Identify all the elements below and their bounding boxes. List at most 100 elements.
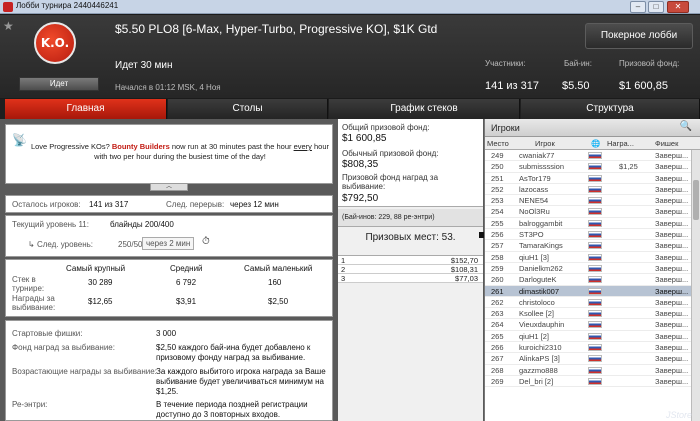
player-row[interactable]: 256 ST3PO Заверш... [485,229,700,241]
break-label: След. перерыв: [166,200,225,209]
player-row[interactable]: 259 Danielkm262 Заверш... [485,263,700,275]
smallest-stack-header: Самый маленький [244,264,313,273]
starting-chips-value: 3 000 [156,329,177,338]
prize-summary: Общий призовой фонд: $1 600,85 Обычный п… [338,119,483,207]
buyins-info: (Бай-инов: 229, 88 ре-энтри) [338,209,483,227]
player-place: 257 [491,241,504,251]
player-row[interactable]: 254 NoOl3Ru Заверш... [485,206,700,218]
country-flag-icon [588,242,602,250]
reentry-label: Ре-энтри: [12,400,48,409]
country-flag-icon [588,208,602,216]
player-row[interactable]: 264 Vieuxdauphin Заверш... [485,319,700,331]
prize-panel: Общий призовой фонд: $1 600,85 Обычный п… [338,119,483,421]
player-row[interactable]: 257 TamaraKings Заверш... [485,240,700,252]
player-name: submissssion [519,162,565,172]
reentry-value: В течение периода поздней регистрации до… [156,400,308,419]
payout-amount: $152,70 [450,256,478,265]
col-player[interactable]: Игрок [535,139,555,148]
buyin-value: $5.50 [562,80,590,92]
player-place: 268 [491,365,504,375]
player-row[interactable]: 269 Del_bri [2] Заверш... [485,376,700,388]
player-place: 251 [491,173,504,183]
player-row[interactable]: 265 qiuH1 [2] Заверш... [485,331,700,343]
player-row[interactable]: 261 dimastik007 Заверш... [485,285,700,297]
payout-table: 1 $152,70 2 $108,31 3 $77,03 [338,255,483,283]
elapsed-time: Идет 30 мин [115,60,173,71]
bounty-label: Награды за выбивание: [12,294,56,312]
player-row[interactable]: 252 lazocass Заверш... [485,184,700,196]
country-flag-icon [588,219,602,227]
maximize-button[interactable]: □ [648,1,664,13]
bounty-fund-value: $2,50 каждого бай-ина будет добавлено к … [156,343,311,362]
promo-text-1: Love Progressive KOs? [30,142,112,151]
player-chips: Заверш... [655,365,689,375]
player-chips: Заверш... [655,263,689,273]
player-row[interactable]: 250 submissssion $1,25 Заверш... [485,161,700,173]
broadcast-icon: 📡 [12,133,27,147]
player-place: 263 [491,309,504,319]
promo-text-2: now run at 30 minutes past the hour [169,142,294,151]
col-place[interactable]: Место [487,139,509,148]
regular-prize-value: $808,35 [342,159,379,170]
player-name: Danielkm262 [519,263,563,273]
player-place: 254 [491,207,504,217]
search-icon[interactable]: 🔍 [680,121,692,132]
player-place: 253 [491,196,504,206]
favorite-star-icon[interactable]: ★ [3,19,14,33]
scrollbar-thumb[interactable] [693,180,699,220]
player-row[interactable]: 267 AlinkaPS [3] Заверш... [485,353,700,365]
player-row[interactable]: 262 christoloco Заверш... [485,297,700,309]
starting-chips-label: Стартовые фишки: [12,329,83,338]
minimize-button[interactable]: – [630,1,646,13]
player-row[interactable]: 253 NENE54 Заверш... [485,195,700,207]
player-row[interactable]: 268 gazzmo888 Заверш... [485,365,700,376]
player-name: Ksollee [2] [519,309,555,319]
player-chips: Заверш... [655,218,689,228]
largest-bounty-value: $12,65 [88,297,113,306]
player-row[interactable]: 255 balroggambit Заверш... [485,218,700,230]
player-list: 249 cwaniak77 Заверш... 250 submissssion $1,2… [485,150,700,388]
col-chips[interactable]: Фишек [655,139,678,148]
ko-logo-icon: K.O. [34,22,76,64]
poker-lobby-button[interactable]: Покерное лобби [585,23,693,49]
tab-main[interactable]: Главная [5,99,167,119]
payout-row: 3 $77,03 [338,274,483,283]
stack-label: Стек в турнире: [12,275,45,293]
close-button[interactable]: ✕ [667,1,689,13]
country-flag-icon [588,310,602,318]
globe-icon[interactable]: 🌐 [591,139,600,148]
tab-bar: Главная Столы График стеков Структура [0,99,700,119]
stack-stats-box: Самый крупный Средний Самый маленький Ст… [5,259,333,317]
level-box: Текущий уровень 11: блайнды 200/400 ↳ Сл… [5,215,333,257]
player-row[interactable]: 258 qiuH1 [3] Заверш... [485,252,700,263]
player-name: lazocass [519,184,549,194]
average-stack-header: Средний [170,264,203,273]
col-bounty[interactable]: Награ... [607,139,634,148]
tab-structure[interactable]: Структура [521,99,700,119]
average-bounty-value: $3,91 [176,297,197,306]
start-time: Начался в 01:12 MSK, 4 Ноя [115,83,221,92]
player-row[interactable]: 260 DarloguteK Заверш... [485,274,700,286]
collapse-chevron-icon[interactable]: ︿ [150,183,188,191]
timer-icon: ⏱ [202,236,210,247]
player-name: Del_bri [2] [519,376,554,386]
player-row[interactable]: 251 AsTor179 Заверш... [485,173,700,184]
country-flag-icon [588,185,602,193]
promo-bounty-link[interactable]: Bounty Builders [112,142,170,151]
player-row[interactable]: 263 Ksollee [2] Заверш... [485,308,700,320]
player-name: AsTor179 [519,173,551,183]
player-chips: Заверш... [655,309,689,319]
title-bar: Лобби турнира 2440446241 – □ ✕ [0,0,700,14]
players-scrollbar[interactable] [691,150,700,421]
smallest-bounty-value: $2,50 [268,297,289,306]
player-place: 265 [491,331,504,341]
tab-stack-chart[interactable]: График стеков [329,99,520,119]
payout-place: 3 [341,274,346,283]
tab-tables[interactable]: Столы [168,99,328,119]
regular-prize-label: Обычный призовой фонд: [342,149,439,158]
bounty-fund-label: Фонд наград за выбивание: [12,343,115,352]
window-title: Лобби турнира 2440446241 [16,1,119,10]
player-row[interactable]: 249 cwaniak77 Заверш... [485,150,700,162]
player-chips: Заверш... [655,331,689,341]
player-row[interactable]: 266 kuroichi2310 Заверш... [485,342,700,354]
